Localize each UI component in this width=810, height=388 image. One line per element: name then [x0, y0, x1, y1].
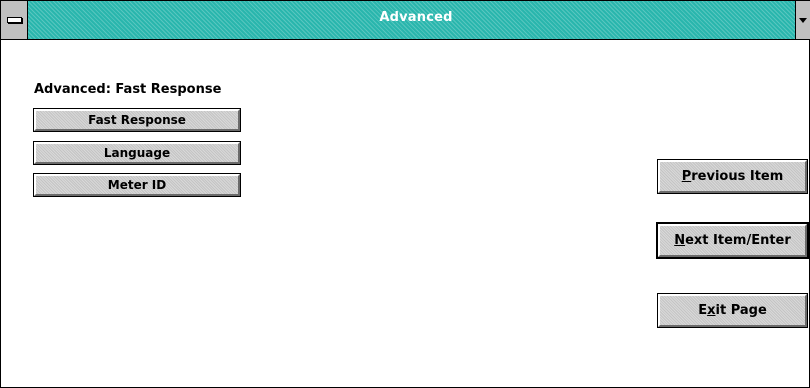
title-bar[interactable]: Advanced — [1, 1, 810, 40]
meter-id-button[interactable]: Meter ID — [33, 173, 241, 197]
next-item-mnemonic: N — [674, 233, 686, 248]
exit-page-label: it Page — [715, 303, 767, 318]
exit-page-mnemonic: x — [707, 303, 716, 318]
language-button[interactable]: Language — [33, 141, 241, 165]
previous-item-mnemonic: P — [681, 169, 692, 184]
advanced-window: Advanced Advanced: Fast Response Fast Re… — [0, 0, 810, 388]
next-item-enter-button[interactable]: Next Item/Enter — [656, 222, 809, 259]
minimize-icon — [799, 18, 807, 23]
next-item-label: ext Item/Enter — [685, 233, 791, 248]
exit-page-button[interactable]: Exit Page — [657, 293, 808, 328]
content-area: Advanced: Fast Response Fast Response La… — [1, 40, 809, 387]
previous-item-button[interactable]: Previous Item — [657, 159, 808, 194]
previous-item-label: revious Item — [691, 169, 784, 184]
window-title: Advanced — [379, 10, 453, 25]
minimize-button[interactable] — [795, 1, 810, 39]
fast-response-button[interactable]: Fast Response — [33, 108, 241, 132]
exit-page-prefix: E — [698, 303, 708, 318]
section-label: Advanced: Fast Response — [34, 82, 222, 97]
